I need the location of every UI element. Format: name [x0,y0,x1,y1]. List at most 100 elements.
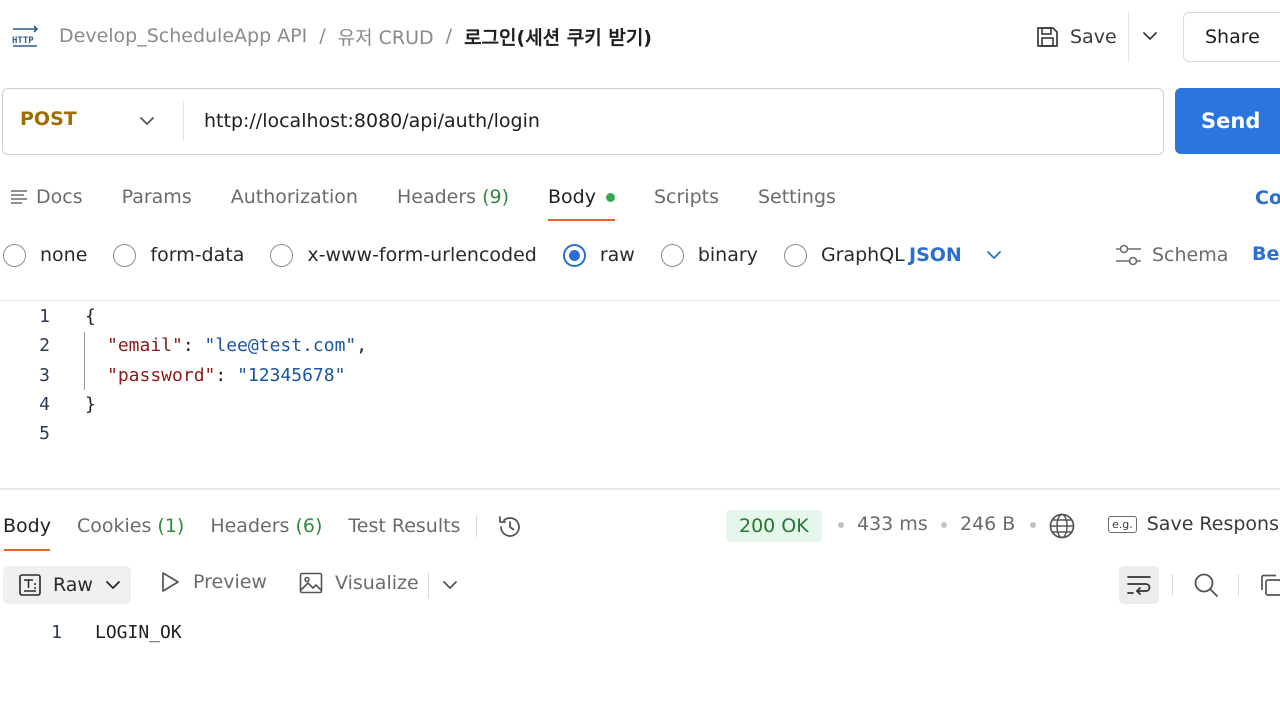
status-badge[interactable]: 200 OK [726,510,822,542]
method-select[interactable]: POST [20,108,77,130]
chevron-down-icon[interactable] [1138,24,1162,48]
radio-label: none [40,244,88,266]
separator-dot [1030,522,1036,528]
code-line[interactable]: } [85,394,96,415]
radio-label: GraphQL [820,244,905,266]
radio-urlencoded[interactable]: x-www-form-urlencoded [270,243,537,267]
divider [0,300,1280,301]
response-tab-test-results[interactable]: Test Results [348,515,460,537]
preview-button[interactable]: Preview [160,571,267,593]
chevron-down-icon[interactable] [439,574,461,596]
tab-authorization[interactable]: Authorization [231,186,358,208]
radio-form-data[interactable]: form-data [113,243,245,267]
breadcrumb-collection[interactable]: Develop_ScheduleApp API [59,25,307,47]
search-icon[interactable] [1192,571,1220,599]
radio-label: binary [697,244,758,266]
separator-dot [941,522,947,528]
example-icon: e.g. [1108,515,1137,533]
breadcrumb-separator: / [319,25,326,47]
wrap-lines-button[interactable] [1119,566,1159,604]
tab-settings[interactable]: Settings [758,186,836,208]
radio-button[interactable] [113,243,137,267]
json-colon: : [182,335,205,356]
save-response-label: Save Response [1146,513,1280,535]
response-tab-body[interactable]: Body [3,515,51,537]
tab-docs[interactable]: Docs [10,186,83,208]
radio-graphql[interactable]: GraphQL [783,243,905,267]
response-time[interactable]: 433 ms [857,513,928,535]
globe-icon[interactable] [1048,512,1076,540]
send-button[interactable]: Send [1175,88,1280,154]
tab-headers[interactable]: Headers (9) [397,186,509,208]
radio-binary[interactable]: binary [660,243,758,267]
response-tabs: Body Cookies (1) Headers (6) Test Result… [3,513,486,539]
format-select[interactable]: JSON [909,242,1004,268]
tab-params[interactable]: Params [122,186,192,208]
tab-body[interactable]: Body [548,186,615,208]
radio-raw[interactable]: raw [562,243,635,267]
json-colon: : [215,365,238,386]
response-tab-cookies[interactable]: Cookies (1) [77,515,184,537]
save-button[interactable]: Save [1034,20,1117,54]
divider [476,515,477,537]
visualize-label: Visualize [335,572,419,594]
code-line[interactable]: "email": "lee@test.com", [107,335,367,356]
radio-button[interactable] [3,243,26,267]
radio-label: form-data [150,244,245,266]
tab-label: Scripts [653,186,719,208]
view-mode-select[interactable]: Raw [3,566,131,604]
tab-label: Authorization [230,186,358,208]
response-size[interactable]: 246 B [960,513,1015,535]
history-icon[interactable] [496,513,524,541]
line-number: 5 [39,423,50,444]
radio-button[interactable] [783,243,807,267]
line-number: 3 [39,365,50,386]
tab-label: Settings [757,186,836,208]
divider [183,101,184,141]
json-string: "12345678" [237,365,346,386]
share-button[interactable]: Share [1183,12,1280,62]
code-line[interactable]: { [85,306,96,327]
tab-count: (6) [295,515,323,537]
indent-guide [84,332,85,390]
beautify-link[interactable]: Bea [1252,243,1280,265]
wrap-lines-icon [1127,576,1151,595]
breadcrumb: Develop_ScheduleApp API / 유저 CRUD / 로그인(… [59,22,652,50]
copy-icon[interactable] [1258,572,1280,598]
radio-button-selected[interactable] [562,243,586,267]
divider [1172,574,1173,596]
raw-text-icon [19,574,41,596]
tab-label: Body [3,515,51,537]
json-brace: } [85,394,96,415]
body-type-options: none form-data x-www-form-urlencoded raw… [3,242,931,268]
radio-label: x-www-form-urlencoded [307,244,537,266]
radio-button[interactable] [660,243,684,267]
line-number: 1 [51,622,62,643]
save-response-button[interactable]: e.g. Save Response [1108,513,1280,535]
line-number: 4 [39,394,50,415]
json-key: "email" [107,335,183,356]
separator-dot [838,522,844,528]
request-title[interactable]: 로그인(세션 쿠키 받기) [464,23,652,50]
radio-button[interactable] [270,243,294,267]
chevron-down-icon[interactable] [136,110,158,132]
modified-indicator [605,192,615,202]
response-body-text[interactable]: LOGIN_OK [95,622,182,643]
format-label: JSON [909,244,962,266]
tab-scripts[interactable]: Scripts [654,186,719,208]
chevron-down-icon [986,251,1001,259]
preview-label: Preview [193,571,267,593]
line-number: 2 [39,335,50,356]
url-input[interactable] [204,106,1144,136]
breadcrumb-folder[interactable]: 유저 CRUD [338,23,434,50]
pane-resize-handle[interactable] [0,488,1280,490]
radio-none[interactable]: none [3,243,88,267]
json-string: "lee@test.com" [204,335,357,356]
breadcrumb-separator: / [445,25,453,47]
response-tab-headers[interactable]: Headers (6) [210,515,322,537]
visualize-button[interactable]: Visualize [299,571,419,595]
cookies-link[interactable]: Co [1255,187,1280,209]
schema-button[interactable]: Schema [1115,242,1228,268]
code-line[interactable]: "password": "12345678" [107,365,345,386]
tab-count: (9) [482,186,509,208]
